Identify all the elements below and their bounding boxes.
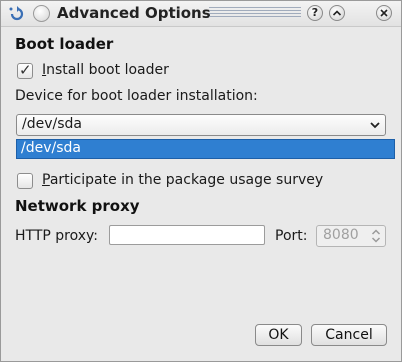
install-boot-loader-checkbox[interactable]: ✓: [17, 61, 33, 79]
app-menu-icon[interactable]: [8, 5, 26, 23]
cancel-button[interactable]: Cancel: [311, 324, 387, 346]
sticky-circle-icon[interactable]: [33, 5, 50, 22]
port-value: 8080: [323, 227, 359, 243]
usage-survey-label[interactable]: Participate in the package usage survey: [42, 172, 323, 188]
checkmark-icon: ✓: [19, 61, 32, 79]
http-proxy-label: HTTP proxy:: [15, 228, 99, 244]
chevron-down-icon: [370, 122, 380, 129]
network-proxy-section-title: Network proxy: [15, 197, 140, 215]
title-bar-decoration: [209, 7, 301, 19]
window-title: Advanced Options: [57, 4, 211, 22]
close-icon: [380, 9, 388, 17]
usage-survey-checkbox[interactable]: [17, 173, 33, 189]
chevron-up-icon: [332, 10, 342, 16]
install-label-rest: nstall boot loader: [46, 62, 169, 78]
port-label: Port:: [275, 228, 308, 244]
close-button[interactable]: [376, 5, 392, 21]
device-dropdown-list: /dev/sda: [16, 139, 395, 159]
install-boot-loader-label[interactable]: Install boot loader: [42, 62, 169, 78]
spin-updown-icon[interactable]: [371, 226, 381, 246]
ok-button[interactable]: OK: [255, 324, 302, 346]
device-combobox-value: /dev/sda: [22, 116, 82, 132]
http-proxy-input[interactable]: [109, 225, 265, 245]
port-spinbox[interactable]: 8080: [316, 225, 386, 247]
help-button[interactable]: ?: [307, 5, 323, 21]
advanced-options-dialog: Advanced Options ? Boot loader ✓ Install…: [0, 0, 402, 362]
device-combobox[interactable]: /dev/sda: [16, 114, 386, 136]
boot-loader-section-title: Boot loader: [15, 35, 114, 53]
shade-button[interactable]: [329, 5, 345, 21]
title-bar[interactable]: Advanced Options ?: [1, 1, 401, 27]
device-label: Device for boot loader installation:: [15, 88, 258, 104]
device-option-sda[interactable]: /dev/sda: [21, 140, 81, 156]
survey-label-mnemonic: P: [42, 172, 50, 188]
survey-label-rest: articipate in the package usage survey: [49, 172, 324, 188]
